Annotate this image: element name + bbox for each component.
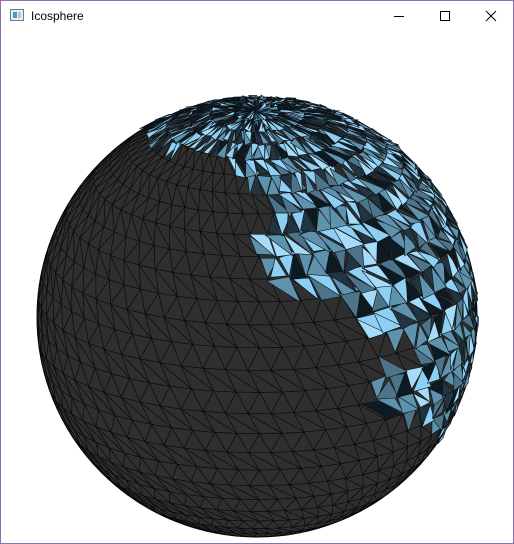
maximize-button[interactable] xyxy=(422,1,468,31)
window-title: Icosphere xyxy=(31,9,84,23)
render-viewport[interactable] xyxy=(1,31,513,543)
maximize-icon xyxy=(440,11,450,21)
minimize-button[interactable] xyxy=(376,1,422,31)
app-window-icon xyxy=(10,9,24,21)
title-bar[interactable]: Icosphere xyxy=(1,1,513,31)
close-button[interactable] xyxy=(468,1,513,31)
app-window: Icosphere xyxy=(0,0,514,544)
minimize-icon xyxy=(394,16,404,17)
close-icon xyxy=(485,10,497,22)
icosphere-render xyxy=(36,94,479,538)
